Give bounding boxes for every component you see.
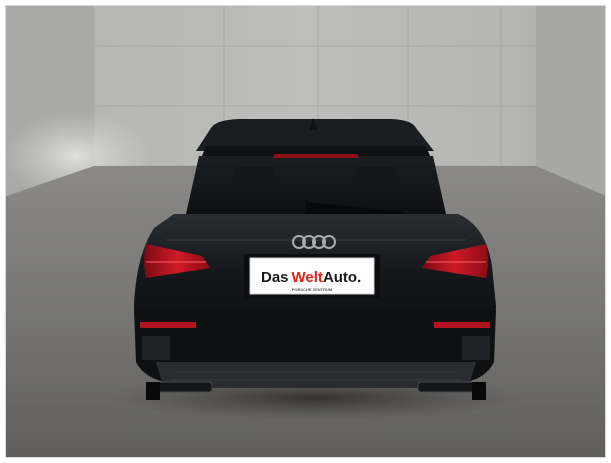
car-photo-svg: Das WeltAuto. PORSCHE ZENTRUM bbox=[6, 6, 605, 457]
reflector-right bbox=[434, 322, 490, 328]
exhaust-right bbox=[417, 381, 475, 393]
plate-text-das: Das bbox=[261, 269, 289, 286]
plate-text-welt: Welt bbox=[292, 269, 323, 286]
headrest-right bbox=[356, 166, 396, 184]
license-plate: Das WeltAuto. PORSCHE ZENTRUM bbox=[249, 257, 375, 295]
third-brake-light bbox=[274, 154, 358, 158]
bumper-insert-right bbox=[462, 336, 490, 360]
car-photo: Das WeltAuto. PORSCHE ZENTRUM bbox=[5, 5, 606, 458]
right-side-wall bbox=[536, 6, 605, 196]
plate-fine-print: PORSCHE ZENTRUM bbox=[292, 287, 333, 292]
exhaust-left bbox=[155, 381, 213, 393]
reflector-left bbox=[140, 322, 196, 328]
bumper-insert-left bbox=[142, 336, 170, 360]
plate-text-auto: Auto. bbox=[323, 269, 361, 286]
tire-left bbox=[146, 382, 160, 400]
headrest-left bbox=[234, 166, 274, 184]
plate-brand: Das WeltAuto. bbox=[261, 269, 361, 286]
tire-right bbox=[472, 382, 486, 400]
